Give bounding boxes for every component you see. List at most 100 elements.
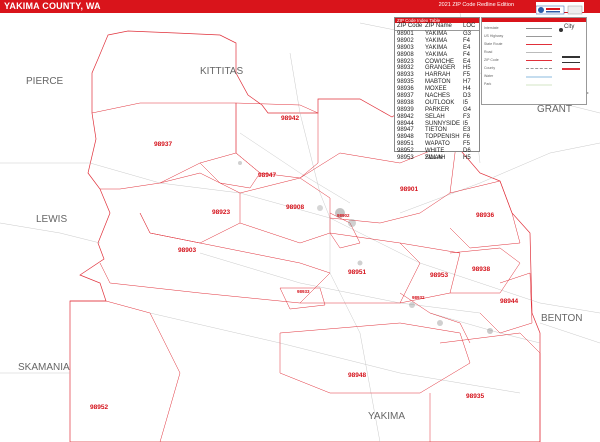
- table-row: 98932 GRANGER H5: [395, 65, 479, 72]
- table-cell: G3: [463, 31, 472, 37]
- table-cell: H5: [463, 65, 471, 72]
- table-cell: 98936: [397, 86, 414, 93]
- column-header: LOC: [463, 23, 476, 29]
- table-header: ZIP Code ZIP Name LOC: [395, 23, 479, 31]
- zip-label: 98923: [212, 209, 230, 216]
- table-cell: 98942: [397, 113, 414, 120]
- table-row: 98951 WAPATO F5: [395, 141, 479, 148]
- table-cell: PARKER: [425, 106, 450, 113]
- table-cell: 98937: [397, 93, 414, 100]
- table-cell: WHITE SWAN: [425, 148, 445, 162]
- table-cell: OUTLOOK: [425, 99, 455, 106]
- zip-label: 98908: [286, 204, 304, 211]
- publisher-logo: [535, 2, 584, 15]
- table-cell: 98952: [397, 148, 414, 155]
- table-cell: COWICHE: [425, 58, 454, 65]
- table-cell: D6: [463, 148, 471, 155]
- table-row: 98936 MOXEE H4: [395, 86, 479, 93]
- legend-item: ZIP Code: [484, 58, 499, 62]
- table-cell: YAKIMA: [425, 31, 448, 37]
- legend-line: [526, 52, 552, 53]
- legend-line: [526, 36, 552, 37]
- table-row: 98923 COWICHE E4: [395, 59, 479, 66]
- zip-label: 98944: [500, 298, 518, 305]
- table-row: 98952 WHITE SWAN D6: [395, 148, 479, 162]
- table-cell: 98932: [397, 65, 414, 72]
- legend-item: State Route: [484, 42, 503, 46]
- table-cell: MOXEE: [425, 86, 447, 93]
- table-row: 98903 YAKIMA E4: [395, 45, 479, 52]
- zip-label: 98948: [348, 372, 366, 379]
- county-label-pierce: PIERCE: [26, 76, 64, 87]
- county-labels: PIERCE KITTITAS GRANT LEWIS BENTON SKAMA…: [18, 66, 583, 422]
- table-row: 98901 YAKIMA G3: [395, 31, 479, 38]
- table-cell: ZILLAH: [425, 155, 446, 162]
- zip-label: 98903: [178, 247, 196, 254]
- table-cell: 98944: [397, 120, 414, 127]
- county-label-skamania: SKAMANIA: [18, 362, 70, 373]
- legend-line: [526, 44, 552, 45]
- table-cell: I5: [463, 120, 469, 127]
- title-bar: YAKIMA COUNTY, WA 2021 ZIP Code Redline …: [0, 0, 600, 13]
- table-row: 98937 NACHES D3: [395, 93, 479, 100]
- table-cell: SELAH: [425, 113, 445, 120]
- zip-label: 98937: [154, 141, 172, 148]
- table-cell: 98923: [397, 58, 414, 65]
- legend-city-label: City: [564, 24, 575, 30]
- city-dot-icon: [559, 28, 563, 32]
- legend-item: Water: [484, 74, 494, 78]
- zip-label: 98935: [466, 393, 484, 400]
- column-header: ZIP Name: [425, 23, 452, 29]
- table-cell: TOPPENISH: [425, 134, 460, 141]
- table-row: 98902 YAKIMA F4: [395, 38, 479, 45]
- table-cell: GRANGER: [425, 65, 456, 72]
- county-label-lewis: LEWIS: [36, 214, 67, 225]
- table-cell: MABTON: [425, 79, 451, 86]
- table-row: 98935 MABTON H7: [395, 79, 479, 86]
- table-cell: H5: [463, 155, 471, 162]
- column-header: ZIP Code: [397, 23, 423, 29]
- zip-label: 98953: [430, 272, 448, 279]
- legend-item: County: [484, 66, 496, 70]
- table-row: 98953 ZILLAH H5: [395, 155, 479, 162]
- table-cell: 98938: [397, 99, 414, 106]
- table-cell: G4: [463, 106, 472, 113]
- table-cell: 98951: [397, 141, 414, 148]
- table-cell: H7: [463, 79, 471, 86]
- county-label-benton: BENTON: [541, 313, 583, 324]
- zip-index-table: ZIP Code Index Table ZIP Code ZIP Name L…: [394, 17, 480, 162]
- table-row: 98942 SELAH F3: [395, 114, 479, 121]
- zip-label: 98936: [476, 212, 494, 219]
- table-cell: F5: [463, 72, 471, 79]
- table-cell: 98901: [397, 31, 414, 37]
- table-cell: YAKIMA: [425, 44, 448, 51]
- zip-label: 98951: [348, 269, 366, 276]
- zip-label: 98901: [400, 186, 418, 193]
- table-cell: 98947: [397, 127, 414, 134]
- table-cell: WAPATO: [425, 141, 450, 148]
- table-cell: I5: [463, 99, 469, 106]
- table-cell: F6: [463, 134, 471, 141]
- zip-label: 98952: [90, 404, 108, 411]
- table-cell: D3: [463, 93, 471, 100]
- zip-label: 98938: [472, 266, 490, 273]
- table-cell: F5: [463, 141, 471, 148]
- table-cell: 98902: [397, 37, 414, 44]
- table-cell: 98953: [397, 155, 414, 162]
- legend-item: Interstate: [484, 26, 499, 30]
- legend-header: [482, 18, 586, 22]
- table-cell: 98903: [397, 44, 414, 51]
- table-cell: 98939: [397, 106, 414, 113]
- table-cell: NACHES: [425, 93, 451, 100]
- table-row: 98944 SUNNYSIDE I5: [395, 121, 479, 128]
- table-cell: 98948: [397, 134, 414, 141]
- table-cell: F4: [463, 51, 471, 58]
- table-cell: HARRAH: [425, 72, 451, 79]
- table-row: 98948 TOPPENISH F6: [395, 134, 479, 141]
- zip-label: 98932: [412, 295, 425, 300]
- legend-item: Road: [484, 50, 493, 54]
- table-cell: 98935: [397, 79, 414, 86]
- table-cell: E3: [463, 127, 471, 134]
- zip-label: 98947: [258, 172, 276, 179]
- table-cell: E4: [463, 44, 471, 51]
